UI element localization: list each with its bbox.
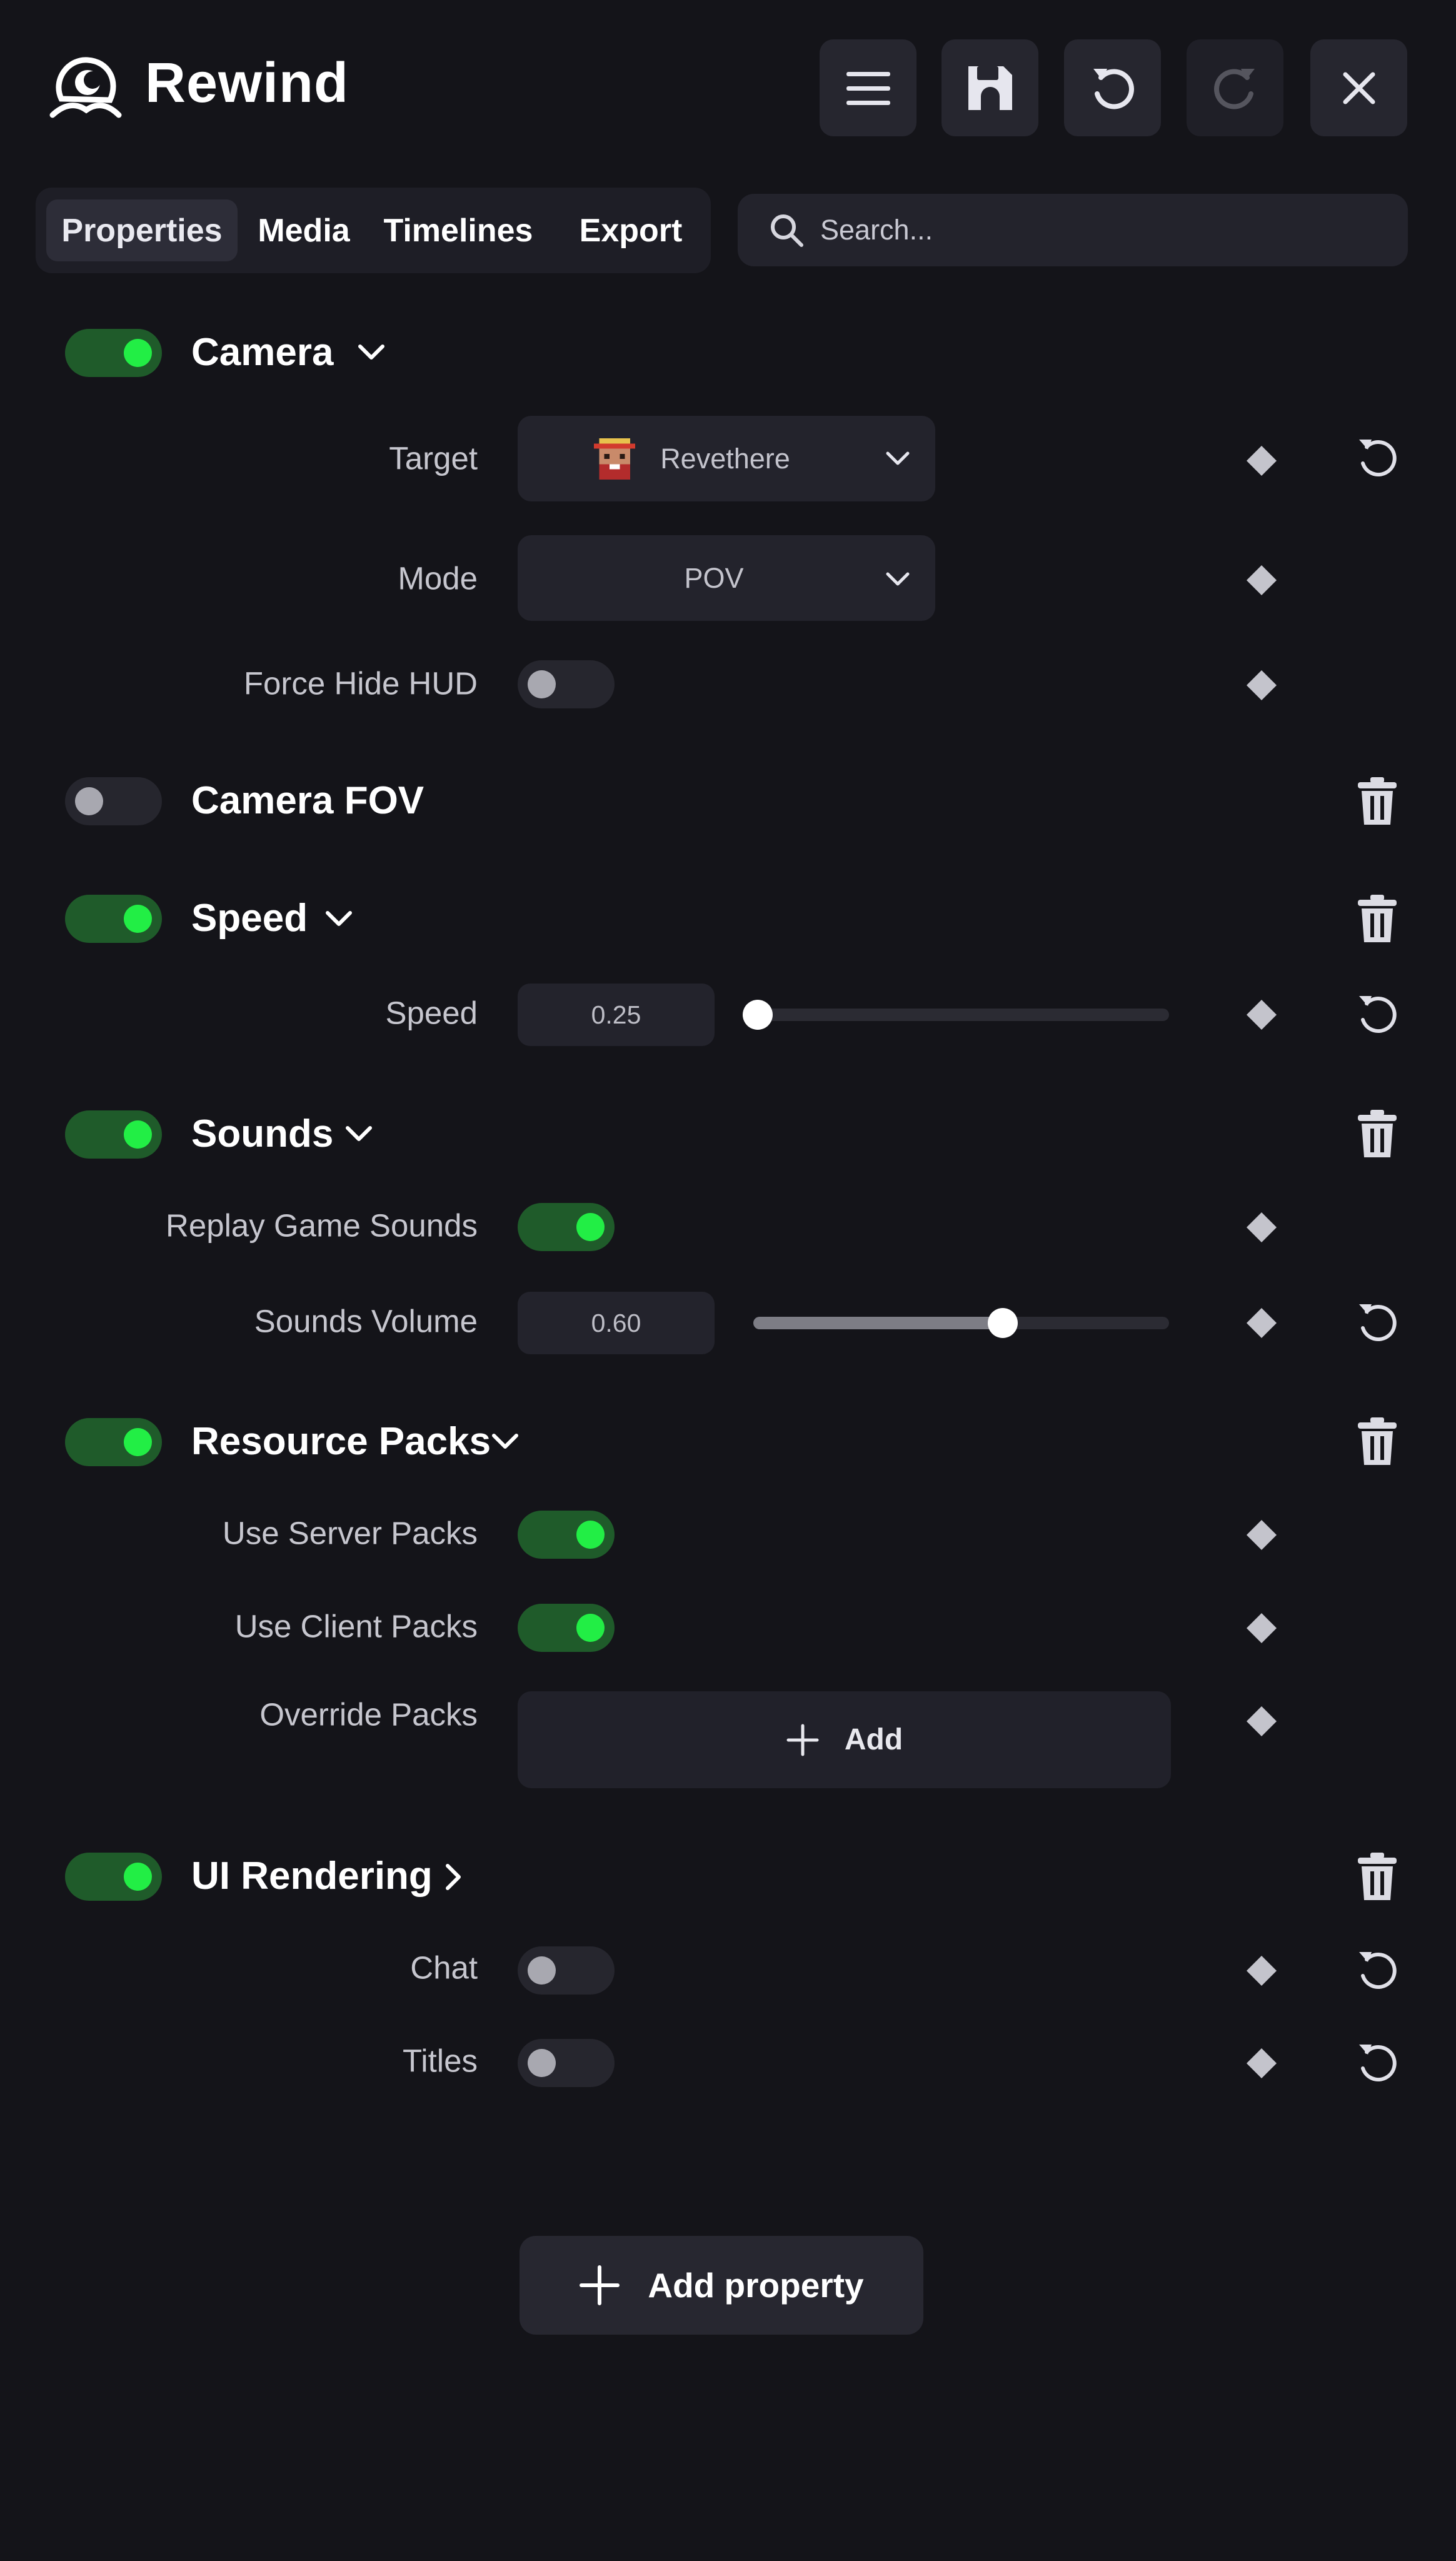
speed-value-input[interactable]: 0.25 [518,984,715,1046]
camera-fov-toggle[interactable] [65,777,162,825]
player-avatar-icon [594,438,636,480]
logo-icon [49,57,122,118]
ui-rendering-toggle[interactable] [65,1853,162,1901]
keyframe-diamond-icon[interactable] [1246,1613,1277,1644]
plus-icon [580,2265,620,2305]
ui-rendering-title[interactable]: UI Rendering [191,1854,433,1898]
titles-toggle[interactable] [518,2039,615,2087]
camera-fov-title[interactable]: Camera FOV [191,778,424,823]
keyframe-diamond-icon[interactable] [1246,670,1277,701]
add-override-pack-button[interactable]: Add [518,1691,1171,1788]
keyframe-diamond-icon[interactable] [1246,565,1277,596]
speed-label: Speed [385,995,478,1031]
app-logo [49,55,123,123]
chevron-down-icon [886,451,910,465]
force-hide-hud-toggle[interactable] [518,660,615,708]
tab-timelines[interactable]: Timelines [371,199,546,261]
keyframe-diamond-icon[interactable] [1246,1706,1277,1737]
keyframe-diamond-icon[interactable] [1246,2048,1277,2079]
keyframe-diamond-icon[interactable] [1246,1519,1277,1551]
tab-media[interactable]: Media [248,199,359,261]
keyframe-diamond-icon[interactable] [1246,445,1277,476]
sounds-volume-input[interactable]: 0.60 [518,1292,715,1354]
target-label: Target [389,440,478,476]
sounds-volume-slider[interactable] [753,1308,1169,1338]
mode-value: POV [684,561,744,594]
chat-label: Chat [410,1950,478,1986]
use-server-packs-label: Use Server Packs [222,1515,478,1551]
keyframe-diamond-icon[interactable] [1246,1212,1277,1243]
add-property-label: Add property [648,2266,864,2305]
replay-game-sounds-label: Replay Game Sounds [166,1207,478,1244]
titles-label: Titles [403,2043,478,2079]
slider-thumb[interactable] [988,1308,1018,1338]
replay-game-sounds-toggle[interactable] [518,1203,615,1251]
keyframe-diamond-icon[interactable] [1246,1955,1277,1986]
sounds-title[interactable]: Sounds [191,1112,333,1156]
reset-icon[interactable] [1355,1301,1400,1346]
trash-icon[interactable] [1357,1851,1398,1903]
mode-label: Mode [398,560,478,596]
target-value: Revethere [660,442,790,475]
chevron-right-icon[interactable] [445,1863,461,1891]
chevron-down-icon[interactable] [358,344,385,360]
sounds-volume-label: Sounds Volume [254,1303,478,1339]
undo-button[interactable] [1064,39,1161,136]
close-button[interactable] [1310,39,1407,136]
reset-icon[interactable] [1355,436,1400,481]
slider-thumb[interactable] [742,1000,773,1030]
add-label: Add [844,1723,903,1756]
plus-icon [786,1724,819,1756]
chevron-down-icon[interactable] [325,910,353,927]
speed-toggle[interactable] [65,895,162,943]
sounds-toggle[interactable] [65,1110,162,1159]
speed-slider[interactable] [742,1000,1169,1030]
tab-bar: Properties Media Timelines Export [36,188,711,273]
override-packs-label: Override Packs [259,1696,478,1733]
app-title: Rewind [145,52,349,114]
reset-icon[interactable] [1355,992,1400,1037]
undo-icon [1093,68,1134,109]
keyframe-diamond-icon[interactable] [1246,1307,1277,1339]
add-property-button[interactable]: Add property [520,2236,923,2335]
reset-icon[interactable] [1355,2041,1400,2086]
use-client-packs-label: Use Client Packs [234,1608,478,1644]
force-hide-hud-label: Force Hide HUD [243,665,478,702]
search-icon [771,214,803,247]
target-dropdown[interactable]: Revethere [518,416,935,501]
resource-packs-title[interactable]: Resource Packs [191,1419,491,1464]
tab-export[interactable]: Export [557,199,705,261]
tab-properties[interactable]: Properties [46,199,238,261]
resource-packs-toggle[interactable] [65,1418,162,1466]
speed-title[interactable]: Speed [191,896,308,940]
chevron-down-icon[interactable] [345,1125,373,1142]
redo-button[interactable] [1187,39,1283,136]
redo-icon [1213,68,1255,109]
camera-title[interactable]: Camera [191,330,333,375]
floppy-disk-icon [968,66,1012,110]
chevron-down-icon [886,572,910,586]
search-placeholder: Search... [820,214,933,246]
trash-icon[interactable] [1357,893,1398,945]
chevron-down-icon[interactable] [491,1433,519,1449]
use-client-packs-toggle[interactable] [518,1604,615,1652]
menu-button[interactable] [820,39,916,136]
search-input[interactable]: Search... [738,194,1408,266]
trash-icon[interactable] [1357,1416,1398,1467]
trash-icon[interactable] [1357,1109,1398,1160]
use-server-packs-toggle[interactable] [518,1511,615,1559]
close-icon [1343,72,1375,104]
mode-dropdown[interactable]: POV [518,535,935,621]
trash-icon[interactable] [1357,776,1398,827]
chat-toggle[interactable] [518,1946,615,1995]
camera-toggle[interactable] [65,329,162,377]
hamburger-menu-icon [846,71,890,105]
save-button[interactable] [941,39,1038,136]
keyframe-diamond-icon[interactable] [1246,999,1277,1030]
reset-icon[interactable] [1355,1948,1400,1993]
